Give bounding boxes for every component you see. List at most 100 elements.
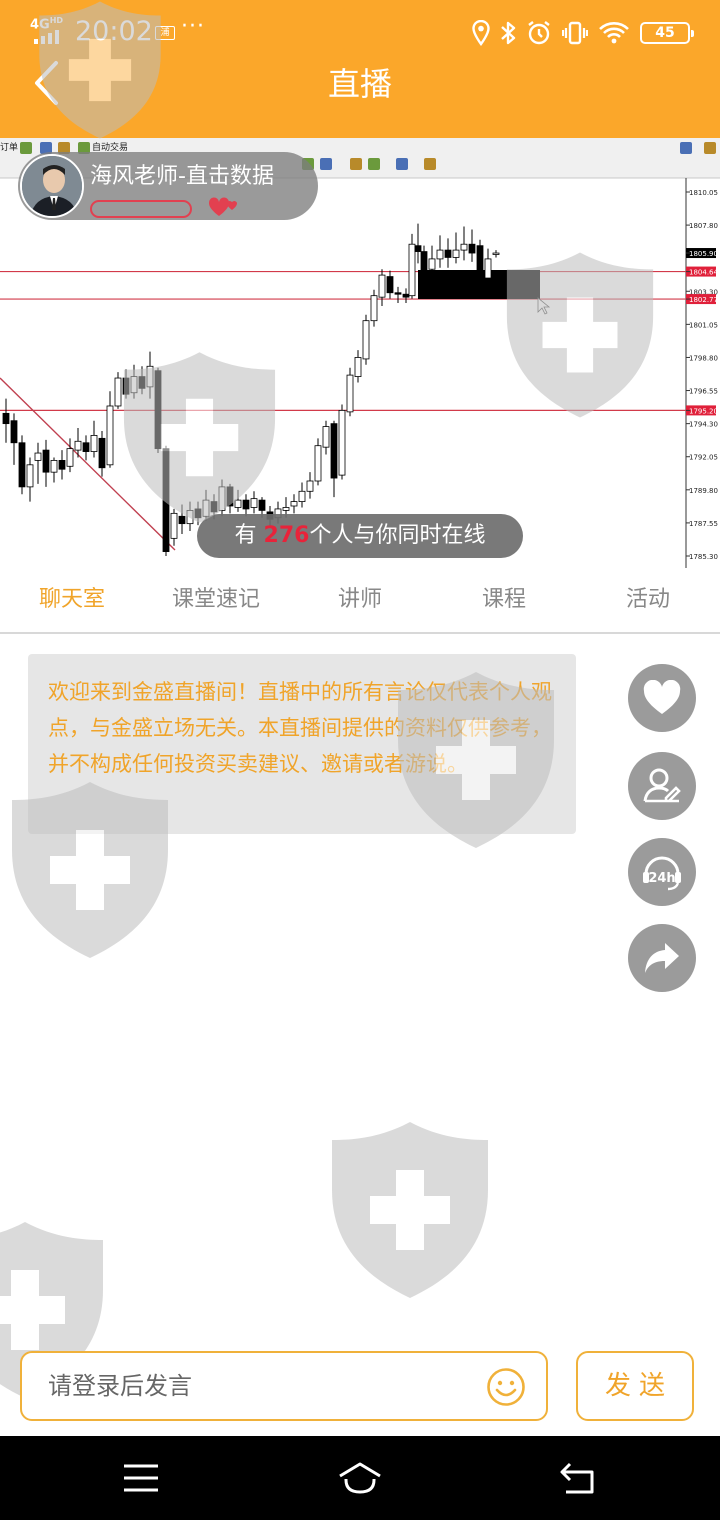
level-bar: [90, 200, 192, 218]
hearts-icon: [208, 197, 237, 216]
candle-body: [210, 501, 218, 513]
wifi-icon: [599, 22, 629, 44]
candle-body: [18, 442, 26, 488]
toolbar-button-icon: [320, 158, 332, 170]
live-video[interactable]: 自动交易 订单 1810.05 1807.80 1805.90 1804.64 1803.3…: [0, 138, 720, 568]
price-tick-label: 1805.90: [689, 250, 718, 258]
candle-body: [122, 377, 130, 395]
price-tick-label: 1810.05: [689, 189, 718, 197]
candle-body: [314, 445, 322, 482]
candle-body: [26, 464, 34, 488]
candle-body: [452, 249, 460, 258]
message-input[interactable]: [48, 1363, 478, 1409]
candle-body: [170, 512, 178, 539]
candle-body: [290, 501, 298, 507]
toolbar-button-icon: [680, 142, 692, 154]
candle-body: [386, 276, 394, 294]
candle-body: [444, 249, 452, 258]
candle-body: [138, 376, 146, 389]
candle-body: [218, 486, 226, 511]
candle-body: [468, 243, 476, 254]
candle-body: [484, 258, 492, 279]
candle-body: [146, 365, 154, 388]
tab-class-notes[interactable]: 课堂速记: [144, 568, 288, 632]
toolbar-button-icon: [368, 158, 380, 170]
status-icons: 45: [472, 18, 694, 48]
toolbar-button-icon: [396, 158, 408, 170]
candle-body: [338, 409, 346, 476]
candle-body: [74, 440, 82, 451]
price-tick-label: 1789.80: [689, 487, 718, 495]
top-bar: 4GHD 20:02 浦 ··· 45 直播: [0, 0, 720, 138]
signal-icon: [34, 30, 66, 44]
toolbar-button-icon: [20, 142, 32, 154]
online-count-banner: 有 276个人与你同时在线: [197, 514, 523, 558]
candle-body: [10, 420, 18, 444]
share-button[interactable]: [628, 924, 696, 992]
status-time: 20:02: [75, 16, 153, 47]
candle-body: [282, 507, 290, 511]
emoji-icon[interactable]: [486, 1367, 526, 1407]
price-tick-label: 1798.80: [689, 354, 718, 362]
candle-body: [436, 249, 444, 260]
price-tick-label: 1804.64: [689, 269, 718, 277]
support-24h-icon: 24h: [643, 856, 681, 891]
home-icon[interactable]: [335, 1458, 385, 1498]
price-tick-label: 1796.55: [689, 388, 718, 396]
price-tick-label: 1795.20: [689, 407, 718, 415]
vibrate-icon: [562, 21, 588, 45]
candle-body: [250, 498, 258, 508]
more-notifications-icon: ···: [181, 14, 205, 39]
svg-text:24h: 24h: [648, 871, 675, 886]
candle-body: [42, 449, 50, 473]
candle-body: [154, 370, 162, 450]
tab-course[interactable]: 课程: [432, 568, 576, 632]
tab-chatroom[interactable]: 聊天室: [0, 568, 144, 632]
toolbar-button-icon: [704, 142, 716, 154]
candle-body: [346, 374, 354, 413]
candle-body: [414, 245, 422, 252]
candle-body: [82, 442, 90, 452]
candle-body: [306, 480, 314, 492]
candle-body: [298, 490, 306, 502]
candle-body: [420, 251, 428, 272]
tab-activity[interactable]: 活动: [576, 568, 720, 632]
candle-body: [66, 448, 74, 467]
candle-body: [130, 376, 138, 394]
chat-area[interactable]: 欢迎来到金盛直播间！直播中的所有言论仅代表个人观点，与金盛立场无关。本直播间提供…: [0, 636, 720, 1336]
tab-bar: 聊天室 课堂速记 讲师 课程 活动: [0, 568, 720, 634]
candle-body: [106, 405, 114, 466]
price-tick-label: 1785.30: [689, 553, 718, 561]
cursor-icon: [537, 297, 551, 315]
alarm-icon: [528, 21, 550, 45]
follow-teacher-button[interactable]: [628, 752, 696, 820]
back-nav-icon[interactable]: [556, 1458, 606, 1498]
like-button[interactable]: [628, 664, 696, 732]
candle-body: [378, 274, 386, 298]
bluetooth-icon: [501, 21, 516, 45]
candle-body: [476, 245, 484, 279]
customer-service-button[interactable]: 24h: [628, 838, 696, 906]
send-button[interactable]: 发送: [576, 1351, 694, 1421]
candle-body: [90, 435, 98, 452]
page-title: 直播: [327, 65, 392, 103]
welcome-notice: 欢迎来到金盛直播间！直播中的所有言论仅代表个人观点，与金盛立场无关。本直播间提供…: [28, 654, 576, 834]
heart-icon: [643, 680, 681, 714]
candle-body: [370, 295, 378, 322]
candle-body: [2, 412, 10, 425]
price-tick-label: 1787.55: [689, 520, 718, 528]
candle-body: [428, 258, 436, 270]
candle-body: [460, 243, 468, 251]
teacher-card[interactable]: 海风老师-直击数据: [18, 152, 318, 220]
candle-body: [354, 357, 362, 377]
candle-body: [58, 460, 66, 470]
candle-body: [402, 293, 410, 298]
message-input-box[interactable]: [20, 1351, 548, 1421]
candle-body: [226, 486, 234, 507]
price-tick-label: 1807.80: [689, 222, 718, 230]
tab-lecturer[interactable]: 讲师: [288, 568, 432, 632]
menu-icon[interactable]: [116, 1458, 166, 1498]
system-nav-bar: [0, 1436, 720, 1520]
candle-body: [194, 508, 202, 519]
candle-body: [186, 510, 194, 525]
